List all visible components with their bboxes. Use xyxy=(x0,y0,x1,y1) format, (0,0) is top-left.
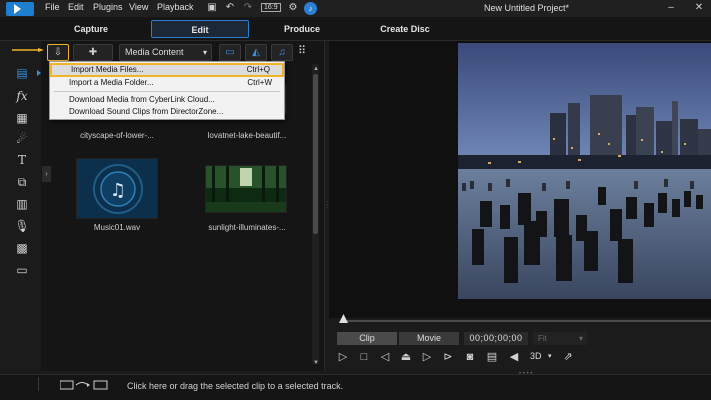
menu-download-cyberlink-cloud[interactable]: Download Media from CyberLink Cloud... xyxy=(50,94,284,106)
subtitle-toggle-icon[interactable]: ▤ xyxy=(485,350,499,364)
menu-import-media-folder[interactable]: Import a Media Folder... Ctrl+W xyxy=(50,77,284,89)
zoom-fit-select[interactable]: Fit ▾ xyxy=(533,332,587,345)
undock-preview-icon[interactable]: ⇗ xyxy=(561,350,575,364)
timecode-display[interactable]: 00;00;00;00 xyxy=(464,332,528,345)
splitter-handle-icon[interactable]: ⋮ xyxy=(323,200,331,209)
media-thumbnail[interactable]: ♫ xyxy=(76,158,158,219)
clip-mode-button[interactable]: Clip xyxy=(337,332,397,345)
subtitle-room-icon[interactable]: ▭ xyxy=(13,262,31,278)
tab-produce[interactable]: Produce xyxy=(262,20,342,38)
3d-mode-button[interactable]: 3D xyxy=(530,351,542,361)
scroll-up-icon[interactable]: ▲ xyxy=(313,66,319,72)
menu-item-label: Download Media from CyberLink Cloud... xyxy=(69,95,215,104)
library-scroll-thumb[interactable] xyxy=(313,74,318,234)
menu-item-label: Import Media Files... xyxy=(71,65,144,74)
import-media-button[interactable]: ⇩ xyxy=(47,44,69,61)
chevron-down-icon: ▾ xyxy=(578,334,583,343)
play-icon[interactable]: ▷ xyxy=(336,350,350,364)
pointer-arrow-icon xyxy=(12,48,44,52)
tab-edit[interactable]: Edit xyxy=(151,20,249,38)
audio-filter-icon[interactable]: ♫ xyxy=(271,44,293,61)
fast-forward-icon[interactable]: ⊳ xyxy=(441,350,455,364)
volume-icon[interactable]: ◀ xyxy=(507,350,521,364)
settings-gear-icon[interactable]: ⚙ xyxy=(287,2,299,14)
previous-frame-icon[interactable]: ◁ xyxy=(378,350,392,364)
seek-handle-icon[interactable] xyxy=(339,314,348,323)
media-item-label: cityscape-of-lower-... xyxy=(80,131,154,140)
scroll-down-icon[interactable]: ▼ xyxy=(313,360,319,366)
notification-bell-icon[interactable]: ♪ xyxy=(304,2,317,15)
grid-view-icon[interactable]: ⠿ xyxy=(298,44,306,57)
title-room-icon[interactable]: T xyxy=(13,152,31,168)
menu-divider xyxy=(54,91,280,92)
media-content-dropdown-label: Media Content xyxy=(125,47,184,57)
media-item-label: Music01.wav xyxy=(93,223,141,232)
status-message: Click here or drag the selected clip to … xyxy=(127,381,344,391)
stop-icon[interactable]: □ xyxy=(357,350,371,364)
menu-download-directorzone[interactable]: Download Sound Clips from DirectorZone..… xyxy=(50,106,284,118)
aspect-ratio-button[interactable]: 16:9 xyxy=(261,3,281,12)
seek-bar[interactable] xyxy=(344,320,711,322)
effect-room-icon[interactable]: fx xyxy=(13,88,31,104)
timeline-grip-icon[interactable]: • • • • xyxy=(519,371,532,377)
tab-create-disc[interactable]: Create Disc xyxy=(362,20,448,38)
undo-icon[interactable]: ↶ xyxy=(224,2,236,14)
chevron-down-icon: ▾ xyxy=(202,48,207,57)
menu-plugins[interactable]: Plugins xyxy=(93,2,123,12)
plugins-button[interactable]: ✚ xyxy=(73,44,113,61)
media-item-label: lovatnet-lake-beautif... xyxy=(207,131,287,140)
menu-import-media-files[interactable]: Import Media Files... Ctrl+Q xyxy=(50,63,284,77)
voice-over-icon[interactable]: 🎙 xyxy=(13,218,31,234)
media-content-dropdown[interactable]: Media Content ▾ xyxy=(119,44,212,61)
menu-playback[interactable]: Playback xyxy=(157,2,194,12)
redo-icon[interactable]: ↷ xyxy=(242,2,254,14)
image-filter-icon[interactable]: ◭ xyxy=(245,44,267,61)
preview-image xyxy=(458,43,711,299)
media-thumbnail[interactable] xyxy=(205,165,287,213)
zoom-fit-label: Fit xyxy=(538,334,547,343)
menu-file[interactable]: File xyxy=(45,2,60,12)
chevron-down-icon[interactable]: ▾ xyxy=(548,352,552,360)
menu-item-shortcut: Ctrl+W xyxy=(247,78,272,87)
menu-view[interactable]: View xyxy=(129,2,148,12)
next-frame-icon[interactable]: ▷ xyxy=(420,350,434,364)
video-filter-icon[interactable]: ▭ xyxy=(219,44,241,61)
import-menu: Import Media Files... Ctrl+Q Import a Me… xyxy=(49,61,285,120)
app-logo-icon xyxy=(6,2,34,16)
minimize-icon[interactable]: – xyxy=(664,1,678,15)
chapter-room-icon[interactable]: ▩ xyxy=(13,240,31,256)
menu-edit[interactable]: Edit xyxy=(68,2,84,12)
save-icon[interactable]: ▣ xyxy=(206,2,218,14)
close-icon[interactable]: ✕ xyxy=(692,1,706,15)
media-room-icon[interactable]: ▤ xyxy=(13,65,31,81)
audio-mixing-icon[interactable]: ▥ xyxy=(13,196,31,212)
status-divider xyxy=(38,377,39,391)
menu-item-label: Download Sound Clips from DirectorZone..… xyxy=(69,107,224,116)
room-tools xyxy=(8,60,36,370)
transition-room-icon[interactable]: ⧉ xyxy=(13,174,31,190)
media-item-label: sunlight-illuminates-... xyxy=(208,223,286,232)
menu-item-label: Import a Media Folder... xyxy=(69,78,154,87)
snapshot-camera-icon[interactable]: ◙ xyxy=(463,350,477,364)
svg-text:♫: ♫ xyxy=(110,180,126,201)
particle-room-icon[interactable]: ☄ xyxy=(13,131,31,147)
tab-capture[interactable]: Capture xyxy=(48,20,134,38)
expand-panel-icon[interactable]: › xyxy=(42,166,51,182)
movie-mode-button[interactable]: Movie xyxy=(399,332,459,345)
pip-objects-icon[interactable]: ▦ xyxy=(13,110,31,126)
storyboard-switch-icon[interactable] xyxy=(60,380,110,390)
menu-item-shortcut: Ctrl+Q xyxy=(246,65,270,74)
project-title: New Untitled Project* xyxy=(484,3,570,13)
split-clip-icon[interactable]: ⏏ xyxy=(399,350,413,364)
